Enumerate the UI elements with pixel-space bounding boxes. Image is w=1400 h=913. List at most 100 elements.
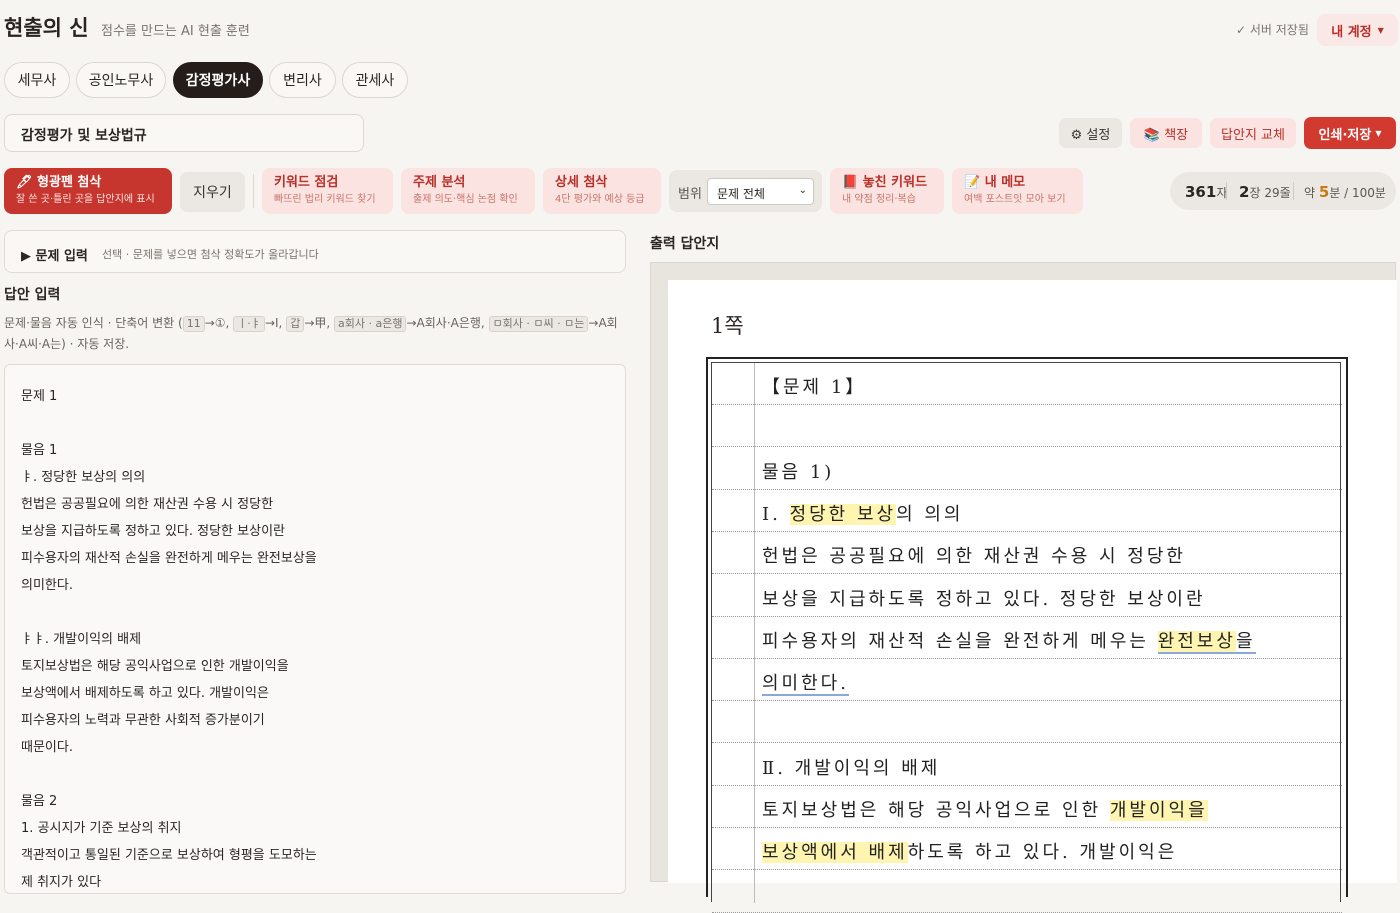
range-select[interactable]: 문제 전체 ⌄ — [707, 178, 814, 205]
answer-line: 토지보상법은 해당 공익사업으로 인한 개발이익을 — [21, 659, 289, 674]
answer-line: 객관적이고 통일된 기준으로 보상하여 형평을 도모하는 — [21, 848, 317, 863]
answer-line: 제 취지가 있다 — [21, 875, 102, 890]
answer-line: 물음 2 — [21, 794, 58, 809]
sheet-row: 보상을 지급하도록 정하고 있다. 정당한 보상이란 — [712, 575, 1342, 617]
sheet-row-text: 물음 1) — [762, 461, 835, 483]
detail-review-button[interactable]: 상세 첨삭 4단 평가와 예상 등급 — [543, 168, 661, 214]
answer-line: 1. 공시지가 기준 보상의 취지 — [21, 821, 182, 836]
exam-tab[interactable]: 세무사 — [4, 62, 70, 98]
range-control: 범위 문제 전체 ⌄ — [669, 170, 822, 212]
answer-textarea[interactable]: 문제 1 물음 1 ㅑ. 정당한 보상의 의의헌법은 공공필요에 의한 재산권 수용… — [4, 364, 626, 894]
divider — [253, 174, 254, 208]
answer-line: 의미한다. — [21, 578, 73, 593]
sheet-row: 헌법은 공공필요에 의한 재산권 수용 시 정당한 — [712, 532, 1342, 575]
sheet-row: Ⅰ. 정당한 보상의 의의 — [712, 490, 1342, 532]
answer-grid: 【문제 1】 물음 1) Ⅰ. 정당한 보상의 의의헌법은 공공필요에 의한 재산권… — [706, 357, 1348, 913]
stats-badge: 361자 2장 29줄 약 5분 / 100분 — [1170, 172, 1396, 210]
page-number: 1쪽 — [711, 314, 744, 338]
keyword-check-button[interactable]: 키워드 점검 빠뜨린 법리 키워드 찾기 — [262, 168, 393, 214]
theme-desc: 출제 의도·핵심 논점 확인 — [413, 194, 518, 205]
sheet-row-text: Ⅱ. 개발이익의 배제 — [762, 757, 941, 779]
answer-sheet: 1쪽 【문제 1】 물음 1) Ⅰ. 정당한 보상의 의의헌법은 공공필요에 의한 … — [668, 280, 1397, 913]
missed-desc: 내 약점 정리·복습 — [842, 194, 916, 205]
chevron-down-icon: ⌄ — [798, 185, 807, 196]
swap-sheet-button[interactable]: 답안지 교체 — [1210, 118, 1296, 148]
exam-tab[interactable]: 관세사 — [342, 62, 408, 98]
my-memo-button[interactable]: 📝 내 메모 여백 포스트잇 모아 보기 — [952, 168, 1083, 214]
output-title: 출력 답안지 — [650, 236, 720, 252]
problem-hint: 선택 · 문제를 넣으면 첨삭 정확도가 올라갑니다 — [102, 248, 319, 261]
app-subtitle: 점수를 만드는 AI 현출 훈련 — [101, 24, 250, 39]
sheet-row-text: 【문제 1】 — [762, 377, 867, 398]
sheet-row: 의미한다. — [712, 659, 1342, 702]
answer-line: 헌법은 공공필요에 의한 재산권 수용 시 정당한 — [21, 497, 274, 512]
answer-line: ㅑ. 정당한 보상의 의의 — [21, 470, 146, 485]
sheet-row: Ⅱ. 개발이익의 배제 — [712, 744, 1342, 786]
sheet-row — [712, 701, 1342, 744]
answer-line: 보상을 지급하도록 정하고 있다. 정당한 보상이란 — [21, 524, 285, 539]
theme-title: 주제 분석 — [413, 175, 466, 190]
keyword-title: 키워드 점검 — [274, 175, 339, 190]
answer-line: 보상액에서 배제하도록 하고 있다. 개발이익은 — [21, 686, 269, 701]
page-count: 2장 29줄 — [1239, 183, 1291, 201]
char-count: 361자 — [1185, 183, 1228, 201]
detail-desc: 4단 평가와 예상 등급 — [555, 194, 645, 205]
print-save-button[interactable]: 인쇄·저장 ▼ — [1304, 117, 1396, 149]
sheet-row — [712, 871, 1342, 913]
detail-title: 상세 첨삭 — [555, 175, 608, 190]
app-header: 현출의 신 점수를 만드는 AI 현출 훈련 ✓ 서버 저장됨 내 계정 ▼ — [0, 0, 1400, 56]
answer-line: 때문이다. — [21, 740, 73, 755]
exam-tab[interactable]: 변리사 — [269, 62, 336, 98]
range-label: 범위 — [678, 187, 702, 202]
theme-analysis-button[interactable]: 주제 분석 출제 의도·핵심 논점 확인 — [401, 168, 535, 214]
time-estimate: 약 5분 / 100분 — [1304, 183, 1386, 201]
answer-title: 답안 입력 — [4, 287, 61, 303]
highlight-title: 🖊 형광펜 첨삭 — [16, 175, 102, 190]
keyword-desc: 빠뜨린 법리 키워드 찾기 — [274, 194, 376, 205]
sheet-row-text: 토지보상법은 해당 공익사업으로 인한 개발이익을 — [762, 800, 1208, 821]
sheet-row: 토지보상법은 해당 공익사업으로 인한 개발이익을 — [712, 786, 1342, 828]
caret-down-icon: ▼ — [1375, 128, 1382, 138]
missed-keywords-button[interactable]: 📕 놓친 키워드 내 약점 정리·복습 — [830, 168, 944, 214]
sheet-row-text: 보상액에서 배제하도록 하고 있다. 개발이익은 — [762, 842, 1178, 864]
answer-description: 문제·물음 자동 인식 · 단축어 변환 (11 →①, ㅣ·ㅑ →Ⅰ, 갑 →甲, … — [4, 316, 618, 351]
exam-tab[interactable]: 공인노무사 — [76, 62, 166, 98]
sheet-row-text: 피수용자의 재산적 손실을 완전하게 메우는 완전보상을 — [762, 630, 1256, 654]
output-preview: 1쪽 【문제 1】 물음 1) Ⅰ. 정당한 보상의 의의헌법은 공공필요에 의한 … — [650, 262, 1397, 913]
caret-down-icon: ▼ — [1377, 25, 1384, 35]
sheet-row-text: Ⅰ. 정당한 보상의 의의 — [762, 503, 964, 525]
divider — [1293, 182, 1294, 200]
highlight-desc: 잘 쓴 곳·틀린 곳을 답안지에 표시 — [16, 194, 155, 205]
app-title: 현출의 신 — [4, 16, 89, 40]
answer-line: 물음 1 — [21, 443, 58, 458]
account-label: 내 계정 — [1331, 24, 1372, 40]
problem-title: ▶ 문제 입력 — [21, 249, 88, 264]
sheet-row: 피수용자의 재산적 손실을 완전하게 메우는 완전보상을 — [712, 617, 1342, 659]
sheet-row-text: 보상을 지급하도록 정하고 있다. 정당한 보상이란 — [762, 588, 1206, 610]
exam-tab-active[interactable]: 감정평가사 — [173, 62, 263, 98]
sheet-row: 물음 1) — [712, 448, 1342, 490]
memo-desc: 여백 포스트잇 모아 보기 — [964, 194, 1066, 205]
sheet-row-text: 헌법은 공공필요에 의한 재산권 수용 시 정당한 — [762, 546, 1186, 568]
memo-title: 📝 내 메모 — [964, 175, 1026, 190]
answer-line: 문제 1 — [21, 389, 58, 404]
missed-title: 📕 놓친 키워드 — [842, 175, 928, 190]
sheet-row: 보상액에서 배제하도록 하고 있다. 개발이익은 — [712, 828, 1342, 871]
sheet-row-text: 의미한다. — [762, 673, 849, 697]
answer-line: 피수용자의 노력과 무관한 사회적 증가분이기 — [21, 713, 265, 728]
bookshelf-button[interactable]: 📚 책장 — [1130, 118, 1202, 148]
divider — [1226, 182, 1227, 200]
sheet-row: 【문제 1】 — [712, 363, 1342, 405]
problem-input-toggle[interactable]: ▶ 문제 입력 선택 · 문제를 넣으면 첨삭 정확도가 올라갑니다 — [4, 230, 626, 273]
range-value: 문제 전체 — [717, 187, 765, 201]
highlight-review-button[interactable]: 🖊 형광펜 첨삭 잘 쓴 곳·틀린 곳을 답안지에 표시 — [4, 168, 172, 214]
answer-line: 피수용자의 재산적 손실을 완전하게 메우는 완전보상을 — [21, 551, 317, 566]
clear-button[interactable]: 지우기 — [180, 172, 245, 212]
account-button[interactable]: 내 계정 ▼ — [1317, 14, 1398, 46]
settings-button[interactable]: ⚙ 설정 — [1059, 118, 1122, 148]
answer-line: ㅑㅑ. 개발이익의 배제 — [21, 632, 142, 647]
sheet-row — [712, 405, 1342, 448]
print-label: 인쇄·저장 — [1318, 127, 1372, 143]
subject-input[interactable]: 감정평가 및 보상법규 — [4, 114, 364, 152]
save-status: ✓ 서버 저장됨 — [1236, 23, 1309, 37]
